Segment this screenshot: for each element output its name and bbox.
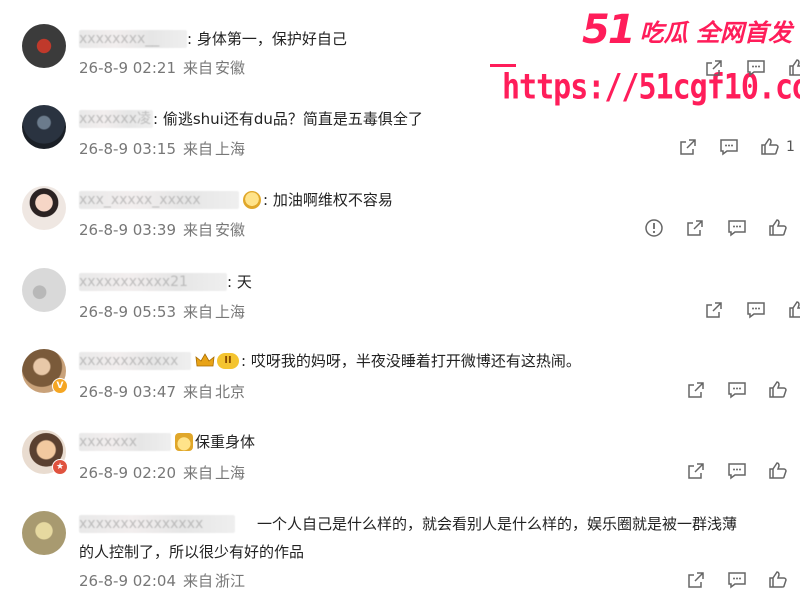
comment-location: 上海 — [215, 303, 246, 321]
like-count: 1 — [786, 139, 795, 155]
comment-meta: 26-8-9 03:47 来自 北京 — [79, 381, 252, 402]
comment-date: 26-8-9 02:20 — [79, 464, 176, 482]
comment-actions — [642, 218, 800, 238]
share-icon[interactable] — [678, 137, 698, 157]
comment-actions — [684, 380, 800, 400]
comment-location: 安徽 — [215, 221, 246, 239]
username[interactable]: xxx_xxxxx_xxxxx — [79, 190, 239, 209]
comment-text: 一个人自己是什么样的，就会看别人是什么样的，娱乐圈就是被一群浅薄 — [257, 515, 738, 533]
comment-source-prefix: 来自 — [183, 221, 214, 239]
comment-source-prefix: 来自 — [183, 303, 214, 321]
share-icon[interactable] — [686, 461, 706, 481]
like-icon[interactable] — [768, 380, 788, 400]
comment-source-prefix: 来自 — [183, 464, 214, 482]
avatar[interactable] — [22, 268, 66, 312]
username[interactable]: xxxxxxx — [79, 432, 171, 451]
comment-location: 北京 — [215, 383, 246, 401]
like-icon[interactable] — [768, 218, 788, 238]
comment-date: 26-8-9 03:47 — [79, 383, 176, 401]
level-badge-icon: ★ — [52, 459, 68, 475]
comment-line-continued: 的人控制了，所以很少有好的作品 — [79, 541, 304, 562]
report-icon[interactable] — [644, 218, 664, 238]
comment-source-prefix: 来自 — [183, 383, 214, 401]
watermark-brand: 51 吃瓜 全网首发 — [581, 7, 792, 53]
comment-meta: 26-8-9 03:39 来自 安徽 — [79, 219, 252, 240]
username[interactable]: xxxxxxxxxxxx — [79, 351, 191, 370]
share-icon[interactable] — [686, 570, 706, 590]
comment-meta: 26-8-9 02:21 来自 安徽 — [79, 57, 252, 78]
username[interactable]: xxxxxxx凌 — [79, 109, 153, 128]
comment-line: xxxxxxxxxxxx II : 哎呀我的妈呀，半夜没睡着打开微博还有这热闹。 — [79, 350, 581, 371]
comment-meta: 26-8-9 02:20 来自 上海 — [79, 462, 252, 483]
like-icon[interactable] — [760, 137, 780, 157]
vip-badge: II — [217, 352, 239, 369]
comment-actions — [700, 58, 800, 78]
avatar[interactable] — [22, 186, 66, 230]
comment-location: 浙江 — [215, 572, 246, 590]
verified-badge-icon: V — [52, 378, 68, 394]
comment-actions — [684, 461, 800, 481]
comment-meta: 26-8-9 03:15 来自 上海 — [79, 138, 252, 159]
comment-text: : 身体第一，保护好自己 — [187, 30, 347, 48]
comment-source-prefix: 来自 — [183, 140, 214, 158]
watermark-brand-text: 吃瓜 全网首发 — [639, 18, 792, 47]
comment-location: 上海 — [215, 140, 246, 158]
share-icon[interactable] — [704, 300, 724, 320]
comment-date: 26-8-9 02:04 — [79, 572, 176, 590]
comment-date: 26-8-9 05:53 — [79, 303, 176, 321]
emoji-icon — [243, 190, 261, 209]
username[interactable]: xxxxxxxxxxx21 — [79, 272, 227, 291]
comment-meta: 26-8-9 02:04 来自 浙江 — [79, 570, 252, 591]
comment-text: : 天 — [227, 273, 252, 291]
comment-icon[interactable] — [727, 218, 747, 238]
comment-icon[interactable] — [719, 137, 739, 157]
comment-date: 26-8-9 03:39 — [79, 221, 176, 239]
avatar[interactable] — [22, 24, 66, 68]
comment-text: : 加油啊维权不容易 — [263, 191, 393, 209]
watermark-brand-number: 51 — [581, 7, 636, 53]
comment-source-prefix: 来自 — [183, 572, 214, 590]
username[interactable]: xxxxxxxx__ — [79, 29, 187, 48]
crown-icon — [195, 352, 215, 369]
emoji-icon — [175, 432, 193, 451]
comment-date: 26-8-9 03:15 — [79, 140, 176, 158]
comment-icon[interactable] — [727, 570, 747, 590]
comment-icon[interactable] — [727, 380, 747, 400]
share-icon[interactable] — [686, 380, 706, 400]
comment-actions — [684, 570, 800, 590]
comment-line: xxxxxxxxxxx21 : 天 — [79, 271, 252, 292]
comment-icon[interactable] — [746, 58, 766, 78]
share-icon[interactable] — [685, 218, 705, 238]
comment-icon[interactable] — [727, 461, 747, 481]
comment-meta: 26-8-9 05:53 来自 上海 — [79, 301, 252, 322]
comment-actions: 1 — [676, 137, 800, 157]
comment-line: xxxxxxxx__ : 身体第一，保护好自己 — [79, 28, 347, 49]
comment-date: 26-8-9 02:21 — [79, 59, 176, 77]
avatar[interactable] — [22, 105, 66, 149]
comment-line: xxx_xxxxx_xxxxx : 加油啊维权不容易 — [79, 189, 393, 210]
like-icon[interactable] — [768, 570, 788, 590]
username[interactable]: xxxxxxxxxxxxxxx — [79, 514, 235, 533]
comment-icon[interactable] — [746, 300, 766, 320]
like-icon[interactable] — [768, 461, 788, 481]
comment-line: xxxxxxx 保重身体 — [79, 431, 255, 452]
comment-source-prefix: 来自 — [183, 59, 214, 77]
avatar[interactable] — [22, 511, 66, 555]
comment-text: 保重身体 — [195, 433, 256, 451]
share-icon[interactable] — [704, 58, 724, 78]
like-icon[interactable] — [788, 300, 800, 320]
comment-location: 安徽 — [215, 59, 246, 77]
comment-text: : 哎呀我的妈呀，半夜没睡着打开微博还有这热闹。 — [241, 352, 581, 370]
comment-actions — [700, 300, 800, 320]
comment-line: xxxxxxx凌 : 偷逃shui还有du品？简直是五毒俱全了 — [79, 108, 423, 129]
comment-line: xxxxxxxxxxxxxxx 一个人自己是什么样的，就会看别人是什么样的，娱乐… — [79, 513, 737, 534]
like-icon[interactable] — [788, 58, 800, 78]
comment-text-continued: 的人控制了，所以很少有好的作品 — [79, 543, 305, 561]
comment-text: : 偷逃shui还有du品？简直是五毒俱全了 — [153, 110, 423, 128]
comment-location: 上海 — [215, 464, 246, 482]
